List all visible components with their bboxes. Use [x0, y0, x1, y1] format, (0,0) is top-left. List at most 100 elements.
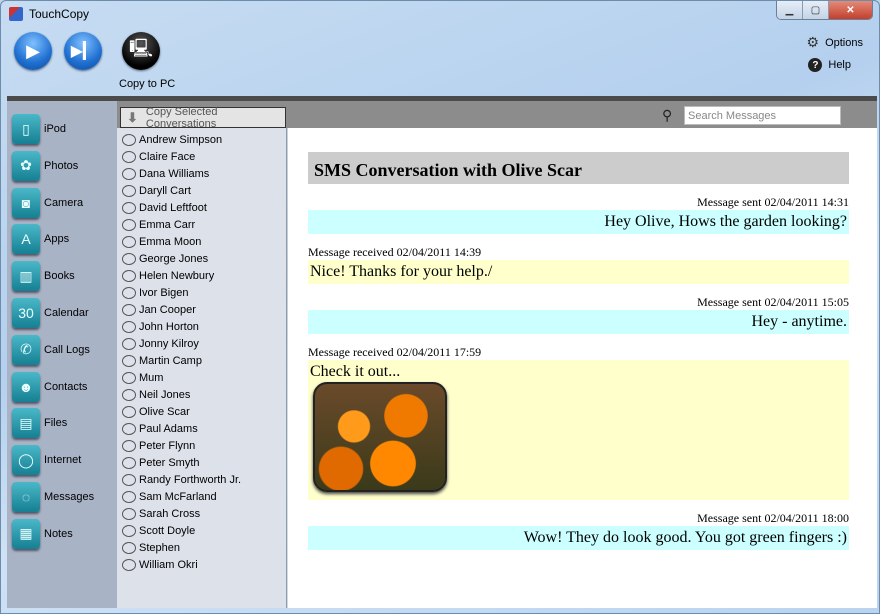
message-sent: Hey - anytime. [308, 310, 849, 334]
contact-item[interactable]: Stephen [122, 539, 180, 556]
contact-item[interactable]: George Jones [122, 250, 208, 267]
sidebar-item-call-logs[interactable]: ✆ Call Logs [12, 334, 90, 365]
contact-name: Andrew Simpson [139, 133, 223, 146]
speech-bubble-icon [122, 439, 136, 452]
speech-bubble-icon [122, 524, 136, 537]
contact-name: Neil Jones [139, 388, 191, 401]
help-label: Help [828, 59, 851, 71]
close-button[interactable]: ✕ [829, 1, 872, 19]
contact-item[interactable]: Daryll Cart [122, 182, 191, 199]
contact-name: George Jones [139, 252, 209, 265]
speech-bubble-icon [122, 422, 136, 435]
contact-item[interactable]: David Leftfoot [122, 199, 207, 216]
contact-item[interactable]: Scott Doyle [122, 522, 195, 539]
photos-icon: ✿ [12, 150, 40, 181]
help-button[interactable]: ? Help [808, 58, 851, 72]
contact-name: Martin Camp [139, 354, 202, 367]
contact-item[interactable]: Paul Adams [122, 420, 198, 437]
play-button[interactable]: ▶ [14, 32, 52, 70]
copy-button-label: Copy Selected Conversations [145, 105, 218, 130]
message-received: Nice! Thanks for your help./ [308, 260, 849, 284]
speech-bubble-icon [122, 269, 136, 282]
sidebar-item-notes[interactable]: ▦ Notes [12, 518, 73, 549]
speech-bubble-icon [122, 235, 136, 248]
speech-bubble-icon [122, 218, 136, 231]
speech-bubble-icon [122, 286, 136, 299]
contact-item[interactable]: Martin Camp [122, 352, 202, 369]
sidebar-item-internet[interactable]: ◯ Internet [12, 445, 82, 476]
maximize-button[interactable]: ▢ [803, 1, 829, 19]
contact-name: Stephen [139, 541, 180, 554]
sidebar-item-contacts[interactable]: ☻ Contacts [12, 371, 88, 402]
search-icon[interactable]: ⚲ [662, 107, 672, 124]
options-button[interactable]: ⚙ Options [807, 34, 863, 51]
search-input[interactable] [684, 106, 841, 125]
contact-item[interactable]: Jonny Kilroy [122, 335, 199, 352]
speech-bubble-icon [122, 184, 136, 197]
copy-to-pc-button[interactable]: 🖳 [122, 32, 160, 70]
sidebar-item-photos[interactable]: ✿ Photos [12, 150, 79, 181]
sidebar-item-files[interactable]: ▤ Files [12, 408, 68, 439]
speech-bubble-icon [122, 201, 136, 214]
sidebar-item-label: Apps [44, 233, 70, 246]
contact-item[interactable]: Olive Scar [122, 403, 190, 420]
speech-bubble-icon [122, 558, 136, 571]
app-logo-icon [9, 7, 23, 21]
speech-bubble-icon [122, 337, 136, 350]
contact-name: Jonny Kilroy [139, 337, 199, 350]
speech-bubble-icon [122, 473, 136, 486]
sidebar-item-apps[interactable]: A Apps [12, 224, 70, 255]
contact-name: William Okri [139, 558, 198, 571]
calendar-icon: 30 [12, 298, 40, 328]
contact-item[interactable]: Andrew Simpson [122, 131, 222, 148]
contact-item[interactable]: Sarah Cross [122, 505, 200, 522]
sidebar-item-label: Notes [44, 527, 73, 540]
contact-item[interactable]: Sam McFarland [122, 488, 217, 505]
contact-item[interactable]: Dana Williams [122, 165, 209, 182]
sidebar-item-label: Internet [44, 454, 82, 467]
contact-item[interactable]: John Horton [122, 318, 199, 335]
sidebar-item-label: Photos [44, 159, 79, 172]
contact-item[interactable]: William Okri [122, 556, 198, 573]
messages-icon: ◌ [12, 482, 40, 512]
speech-bubble-icon [122, 303, 136, 316]
sidebar-item-camera[interactable]: ◙ Camera [12, 187, 83, 218]
sidebar-item-label: Calendar [44, 307, 89, 319]
message-received: Check it out... [308, 360, 849, 500]
arrow-down-icon: ⬇ [127, 109, 138, 125]
speech-bubble-icon [122, 150, 136, 163]
contact-item[interactable]: Emma Moon [122, 233, 201, 250]
contact-item[interactable]: Peter Flynn [122, 437, 195, 454]
sidebar-item-ipod[interactable]: ▯ iPod [12, 114, 66, 144]
contact-item[interactable]: Claire Face [122, 148, 195, 165]
contact-item[interactable]: Jan Cooper [122, 301, 196, 318]
contact-item[interactable]: Peter Smyth [122, 454, 200, 471]
speech-bubble-icon [122, 541, 136, 554]
phone-icon: ✆ [12, 334, 40, 365]
sidebar: ▯ iPod ✿ Photos ◙ Camera A Apps ▥ Books 30 Calendar… [7, 101, 117, 608]
contact-item[interactable]: Neil Jones [122, 386, 190, 403]
copy-selected-conversations-button[interactable]: ⬇ Copy Selected Conversations [120, 105, 286, 130]
copy-to-pc-label[interactable]: Copy to PC [119, 78, 175, 90]
speech-bubble-icon [122, 167, 136, 180]
speech-bubble-icon [122, 405, 136, 418]
sidebar-item-calendar[interactable]: 30 Calendar [12, 298, 89, 328]
speech-bubble-icon [122, 371, 136, 384]
contact-item[interactable]: Emma Carr [122, 216, 195, 233]
next-button[interactable]: ▶▎ [64, 32, 102, 70]
conversation-title: SMS Conversation with Olive Scar [308, 152, 849, 184]
contact-item[interactable]: Ivor Bigen [122, 284, 189, 301]
attached-photo[interactable] [313, 382, 447, 492]
contact-name: Daryll Cart [139, 184, 191, 197]
contact-item[interactable]: Helen Newbury [122, 267, 214, 284]
minimize-button[interactable]: ▁ [777, 1, 803, 19]
sidebar-item-label: Files [44, 417, 68, 430]
contact-item[interactable]: Randy Forthworth Jr. [122, 471, 241, 488]
sidebar-item-books[interactable]: ▥ Books [12, 261, 75, 292]
conversation-list: Andrew Simpson Claire Face Dana Williams Da… [117, 128, 287, 608]
contact-name: Emma Carr [139, 218, 196, 231]
sidebar-item-messages[interactable]: ◌ Messages [12, 482, 94, 512]
message-meta: Message received 02/04/2011 17:59 [308, 345, 482, 359]
sidebar-item-label: Contacts [44, 380, 88, 393]
contact-item[interactable]: Mum [122, 369, 163, 386]
